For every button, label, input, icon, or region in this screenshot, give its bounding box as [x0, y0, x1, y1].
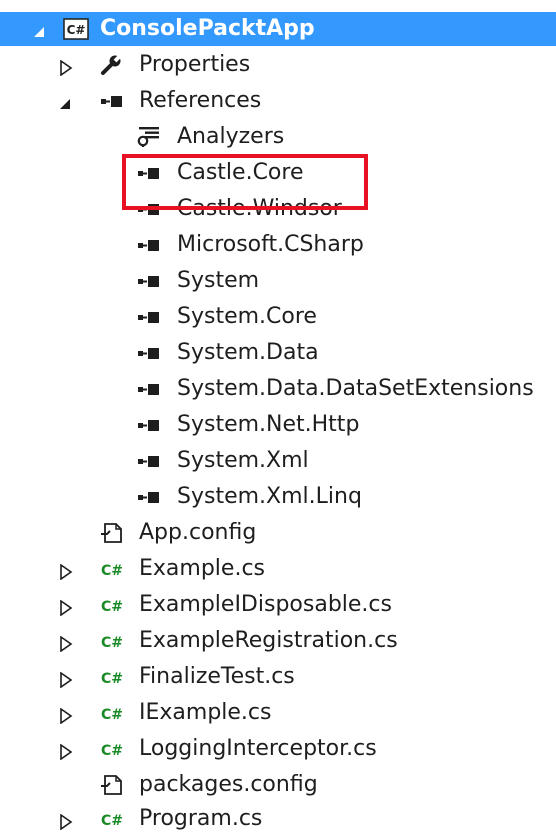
tree-item-file[interactable]: C# Example.cs — [0, 552, 556, 586]
reference-icon — [137, 414, 161, 436]
tree-item-reference[interactable]: System.Data.DataSetExtensions — [0, 372, 556, 406]
svg-text:C#: C# — [101, 599, 123, 615]
tree-item-file[interactable]: C# IExample.cs — [0, 696, 556, 730]
highlight-box — [122, 154, 368, 210]
expanded-arrow-icon[interactable] — [58, 93, 74, 109]
svg-text:C#: C# — [101, 635, 123, 651]
tree-item-properties[interactable]: Properties — [0, 48, 556, 82]
tree-item-file[interactable]: C# FinalizeTest.cs — [0, 660, 556, 694]
reference-icon — [100, 90, 124, 112]
tree-item-file[interactable]: C# ExampleIDisposable.cs — [0, 588, 556, 622]
file-label: Program.cs — [139, 806, 263, 831]
reference-icon — [137, 378, 161, 400]
tree-item-reference[interactable]: System.Net.Http — [0, 408, 556, 442]
expanded-arrow-icon[interactable] — [32, 21, 48, 37]
tree-item-file[interactable]: packages.config — [0, 768, 556, 802]
csharp-file-icon: C# — [100, 594, 124, 616]
reference-label: System.Xml — [177, 448, 309, 473]
file-label: IExample.cs — [139, 700, 272, 725]
wrench-icon — [100, 52, 124, 76]
csharp-file-icon: C# — [100, 558, 124, 580]
reference-label: System.Net.Http — [177, 412, 360, 437]
reference-icon — [137, 234, 161, 256]
file-label: App.config — [139, 520, 257, 545]
tree-item-reference[interactable]: Microsoft.CSharp — [0, 228, 556, 262]
tree-item-file[interactable]: C# ExampleRegistration.cs — [0, 624, 556, 658]
collapsed-arrow-icon[interactable] — [58, 57, 74, 77]
file-label: FinalizeTest.cs — [139, 664, 295, 689]
collapsed-arrow-icon[interactable] — [58, 633, 74, 653]
svg-text:C#: C# — [101, 671, 123, 687]
reference-label: System.Xml.Linq — [177, 484, 362, 509]
tree-item-reference[interactable]: System.Data — [0, 336, 556, 370]
tree-item-analyzers[interactable]: Analyzers — [0, 120, 556, 154]
tree-item-reference[interactable]: System.Core — [0, 300, 556, 334]
tree-item-references[interactable]: References — [0, 84, 556, 118]
config-file-icon — [100, 774, 124, 796]
tree-item-reference[interactable]: System.Xml — [0, 444, 556, 478]
analyzer-icon — [137, 126, 161, 148]
collapsed-arrow-icon[interactable] — [58, 741, 74, 761]
csharp-file-icon: C# — [100, 666, 124, 688]
tree-item-file[interactable]: C# LoggingInterceptor.cs — [0, 732, 556, 766]
analyzers-label: Analyzers — [177, 124, 285, 149]
reference-label: System — [177, 268, 260, 293]
file-label: Example.cs — [139, 556, 265, 581]
svg-text:C#: C# — [101, 813, 123, 829]
collapsed-arrow-icon[interactable] — [58, 705, 74, 725]
file-label: ExampleRegistration.cs — [139, 628, 398, 653]
file-label: packages.config — [139, 772, 318, 797]
collapsed-arrow-icon[interactable] — [58, 597, 74, 617]
collapsed-arrow-icon[interactable] — [58, 561, 74, 581]
tree-item-reference[interactable]: System.Xml.Linq — [0, 480, 556, 514]
reference-icon — [137, 306, 161, 328]
collapsed-arrow-icon[interactable] — [58, 811, 74, 831]
reference-icon — [137, 342, 161, 364]
file-label: ExampleIDisposable.cs — [139, 592, 392, 617]
tree-item-reference[interactable]: System — [0, 264, 556, 298]
tree-item-project[interactable]: C# ConsolePacktApp — [0, 12, 556, 46]
config-file-icon — [100, 522, 124, 544]
project-label: ConsolePacktApp — [100, 16, 315, 41]
svg-text:C#: C# — [67, 23, 86, 37]
tree-item-file[interactable]: App.config — [0, 516, 556, 550]
reference-icon — [137, 450, 161, 472]
tree-item-file[interactable]: C# Program.cs — [0, 802, 556, 836]
reference-label: System.Data.DataSetExtensions — [177, 376, 534, 401]
collapsed-arrow-icon[interactable] — [58, 669, 74, 689]
reference-label: System.Core — [177, 304, 317, 329]
csharp-file-icon: C# — [100, 808, 124, 830]
reference-icon — [137, 486, 161, 508]
reference-label: Microsoft.CSharp — [177, 232, 364, 257]
reference-label: System.Data — [177, 340, 319, 365]
csharp-file-icon: C# — [100, 702, 124, 724]
csharp-project-icon: C# — [63, 18, 89, 40]
file-label: LoggingInterceptor.cs — [139, 736, 377, 761]
svg-text:C#: C# — [101, 707, 123, 723]
properties-label: Properties — [139, 52, 251, 77]
csharp-file-icon: C# — [100, 630, 124, 652]
csharp-file-icon: C# — [100, 738, 124, 760]
references-label: References — [139, 88, 262, 113]
reference-icon — [137, 270, 161, 292]
svg-text:C#: C# — [101, 563, 123, 579]
svg-text:C#: C# — [101, 743, 123, 759]
